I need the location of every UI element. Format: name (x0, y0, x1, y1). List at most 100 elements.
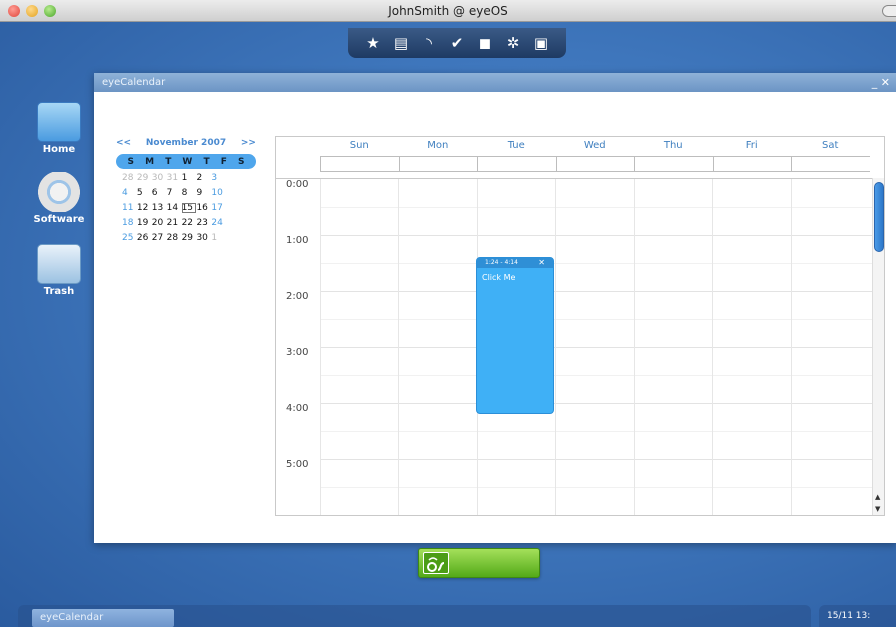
desktop-icon-trash[interactable]: Trash (30, 244, 88, 297)
day-header[interactable]: Wed (556, 137, 635, 155)
all-day-cell[interactable] (791, 156, 870, 172)
mini-calendar-day[interactable]: 26 (137, 233, 152, 243)
weekday-label: M (145, 156, 155, 167)
vertical-scrollbar[interactable]: ▲ ▼ (872, 178, 884, 515)
all-day-cell[interactable] (477, 156, 556, 172)
event-close-button[interactable]: ✕ (538, 258, 545, 268)
desktop-icon-software[interactable]: Software (30, 172, 88, 225)
all-day-cell[interactable] (634, 156, 713, 172)
all-day-cell[interactable] (712, 156, 791, 172)
eyeos-menu-button[interactable] (418, 548, 540, 578)
time-grid[interactable]: 0:00 1:00 2:00 3:00 4:00 5:00 1:24 - 4:1… (276, 178, 872, 515)
briefcase-icon[interactable]: ▤ (392, 34, 410, 52)
half-hour-line (320, 375, 872, 376)
mini-calendar-day[interactable]: 18 (122, 218, 137, 228)
star-icon[interactable]: ★ (364, 34, 382, 52)
day-header[interactable]: Mon (399, 137, 478, 155)
gear-icon[interactable]: ✲ (504, 34, 522, 52)
desktop-icon-label: Home (42, 144, 76, 155)
app-title: eyeCalendar (102, 77, 166, 88)
rss-icon[interactable]: ◝ (420, 34, 438, 52)
mini-calendar-day[interactable]: 15 (181, 202, 197, 213)
day-header[interactable]: Tue (477, 137, 556, 155)
hour-label: 1:00 (286, 235, 309, 246)
hour-line (320, 403, 872, 404)
all-day-cell[interactable] (320, 156, 399, 172)
half-hour-line (320, 263, 872, 264)
mini-calendar-day[interactable]: 10 (211, 188, 226, 198)
folder-icon (37, 102, 81, 142)
check-icon[interactable]: ✔ (448, 34, 466, 52)
mini-calendar-day[interactable]: 4 (122, 188, 137, 198)
window-titlebar[interactable]: eyeCalendar _ ✕ (94, 73, 896, 92)
mini-calendar-day[interactable]: 29 (137, 173, 152, 183)
mini-calendar-day[interactable]: 16 (196, 203, 211, 213)
half-hour-line (320, 487, 872, 488)
tray-icon[interactable]: ▣ (532, 34, 550, 52)
zoom-window-button[interactable] (44, 5, 56, 17)
close-window-button[interactable] (8, 5, 20, 17)
hour-label: 4:00 (286, 403, 309, 414)
trash-icon (37, 244, 81, 284)
hour-label: 3:00 (286, 347, 309, 358)
mini-calendar-day[interactable]: 25 (122, 233, 137, 243)
weekday-label: S (237, 156, 245, 167)
mini-calendar-week: 18 19 20 21 22 23 24 (116, 216, 256, 229)
scroll-up-arrow-icon[interactable]: ▲ (875, 493, 880, 501)
mini-calendar-day[interactable]: 3 (211, 173, 226, 183)
mini-calendar-day[interactable]: 22 (182, 218, 197, 228)
next-month-button[interactable]: >> (241, 138, 256, 148)
mini-calendar-day[interactable]: 13 (152, 203, 167, 213)
mini-calendar-day[interactable]: 27 (152, 233, 167, 243)
day-column-line (555, 179, 556, 515)
scrollbar-thumb[interactable] (874, 182, 884, 252)
mini-calendar-day[interactable]: 24 (211, 218, 226, 228)
mini-calendar-day[interactable]: 5 (137, 188, 152, 198)
hour-line (320, 459, 872, 460)
minimize-button[interactable]: _ (872, 76, 878, 89)
mini-calendar-day[interactable]: 31 (167, 173, 182, 183)
mini-calendar-day[interactable]: 30 (152, 173, 167, 183)
close-button[interactable]: ✕ (881, 76, 890, 89)
weekday-label: W (182, 156, 193, 167)
minimize-window-button[interactable] (26, 5, 38, 17)
all-day-cell[interactable] (555, 156, 634, 172)
gamepad-icon[interactable]: ◼ (476, 34, 494, 52)
mini-calendar-day[interactable]: 12 (137, 203, 152, 213)
mini-calendar-day[interactable]: 8 (182, 188, 197, 198)
mini-calendar-weeks: 28 29 30 31 1 2 3 4 5 6 7 8 9 10 11 12 13 14 15 16 17 18 19 20 2… (116, 171, 256, 244)
mini-calendar-day[interactable]: 23 (196, 218, 211, 228)
day-header[interactable]: Sun (320, 137, 399, 155)
mini-calendar-day[interactable]: 19 (137, 218, 152, 228)
mini-calendar-day[interactable]: 9 (196, 188, 211, 198)
desktop-icon-label: Software (33, 214, 85, 225)
mini-calendar-day[interactable]: 1 (182, 173, 197, 183)
day-headers: Sun Mon Tue Wed Thu Fri Sat (320, 137, 884, 155)
mini-calendar-day[interactable]: 28 (122, 173, 137, 183)
mini-calendar-day[interactable]: 7 (167, 188, 182, 198)
day-header[interactable]: Thu (634, 137, 713, 155)
taskbar-item-eyecalendar[interactable]: eyeCalendar (32, 609, 174, 627)
mini-calendar-day[interactable]: 6 (152, 188, 167, 198)
day-header[interactable]: Sat (791, 137, 870, 155)
calendar-event[interactable]: 1:24 - 4:14 ✕ Click Me (476, 257, 554, 414)
all-day-cell[interactable] (398, 156, 477, 172)
mini-calendar-day[interactable]: 14 (167, 203, 182, 213)
scroll-down-arrow-icon[interactable]: ▼ (875, 505, 880, 513)
toolbar-toggle-button[interactable] (882, 5, 896, 17)
top-dock: ★ ▤ ◝ ✔ ◼ ✲ ▣ (348, 28, 566, 58)
mini-calendar-day[interactable]: 1 (211, 233, 226, 243)
mini-calendar-day[interactable]: 11 (122, 203, 137, 213)
mini-calendar-day[interactable]: 17 (211, 203, 226, 213)
mini-calendar-day[interactable]: 20 (152, 218, 167, 228)
mini-calendar-day[interactable]: 30 (196, 233, 211, 243)
day-header[interactable]: Fri (713, 137, 792, 155)
taskbar: eyeCalendar (18, 605, 811, 627)
mini-calendar-day[interactable]: 28 (167, 233, 182, 243)
mini-calendar-day[interactable]: 2 (196, 173, 211, 183)
prev-month-button[interactable]: << (116, 138, 131, 148)
mini-calendar-day[interactable]: 29 (182, 233, 197, 243)
mini-calendar-day[interactable]: 21 (167, 218, 182, 228)
event-header[interactable]: 1:24 - 4:14 ✕ (477, 258, 553, 268)
desktop-icon-home[interactable]: Home (30, 102, 88, 155)
